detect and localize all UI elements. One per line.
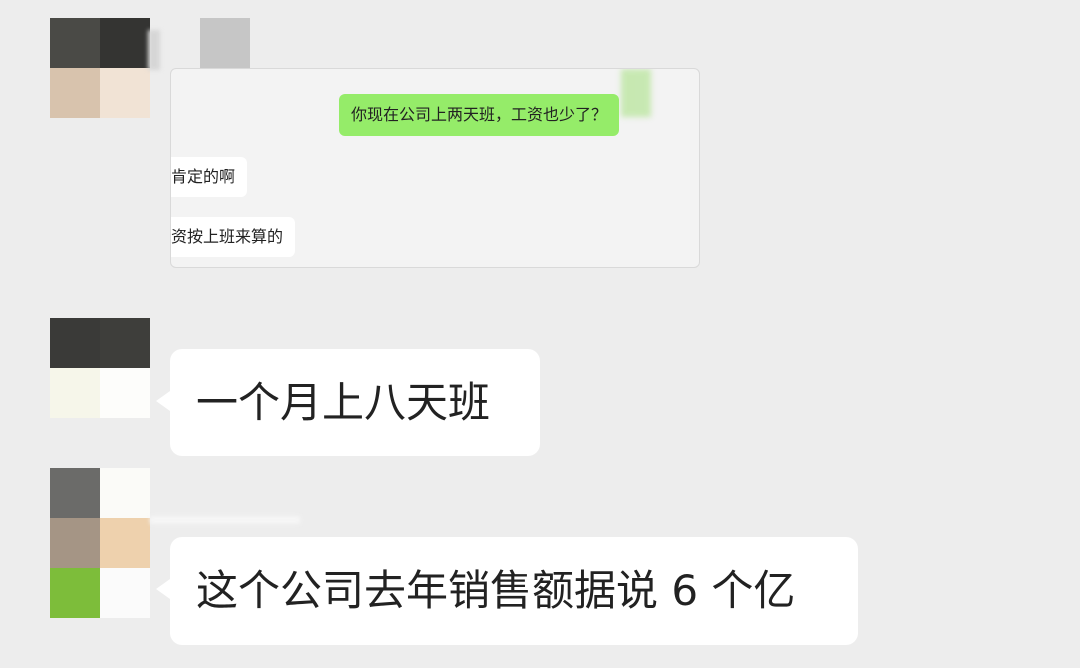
received-message-bubble: 肯定的啊 <box>171 157 248 197</box>
avatar-sender[interactable] <box>50 468 150 618</box>
sent-message-bubble: 你现在公司上两天班，工资也少了？ <box>339 94 620 136</box>
message-text: 一个月上八天班 <box>196 378 491 427</box>
avatar-sender[interactable] <box>50 318 150 418</box>
mosaic-block <box>621 69 651 117</box>
chat-message-bubble[interactable]: 一个月上八天班 <box>156 349 540 456</box>
avatar-top[interactable] <box>50 18 150 118</box>
chat-message-bubble[interactable]: 这个公司去年销售额据说 6 个亿 <box>156 537 858 645</box>
received-message-bubble: 资按上班来算的 <box>171 217 296 257</box>
mosaic-block <box>200 18 250 68</box>
embedded-chat-screenshot[interactable]: 你现在公司上两天班，工资也少了？ 肯定的啊 资按上班来算的 <box>170 68 700 268</box>
mosaic-block <box>150 516 300 524</box>
mosaic-block <box>148 30 160 70</box>
message-text: 这个公司去年销售额据说 6 个亿 <box>196 566 796 615</box>
